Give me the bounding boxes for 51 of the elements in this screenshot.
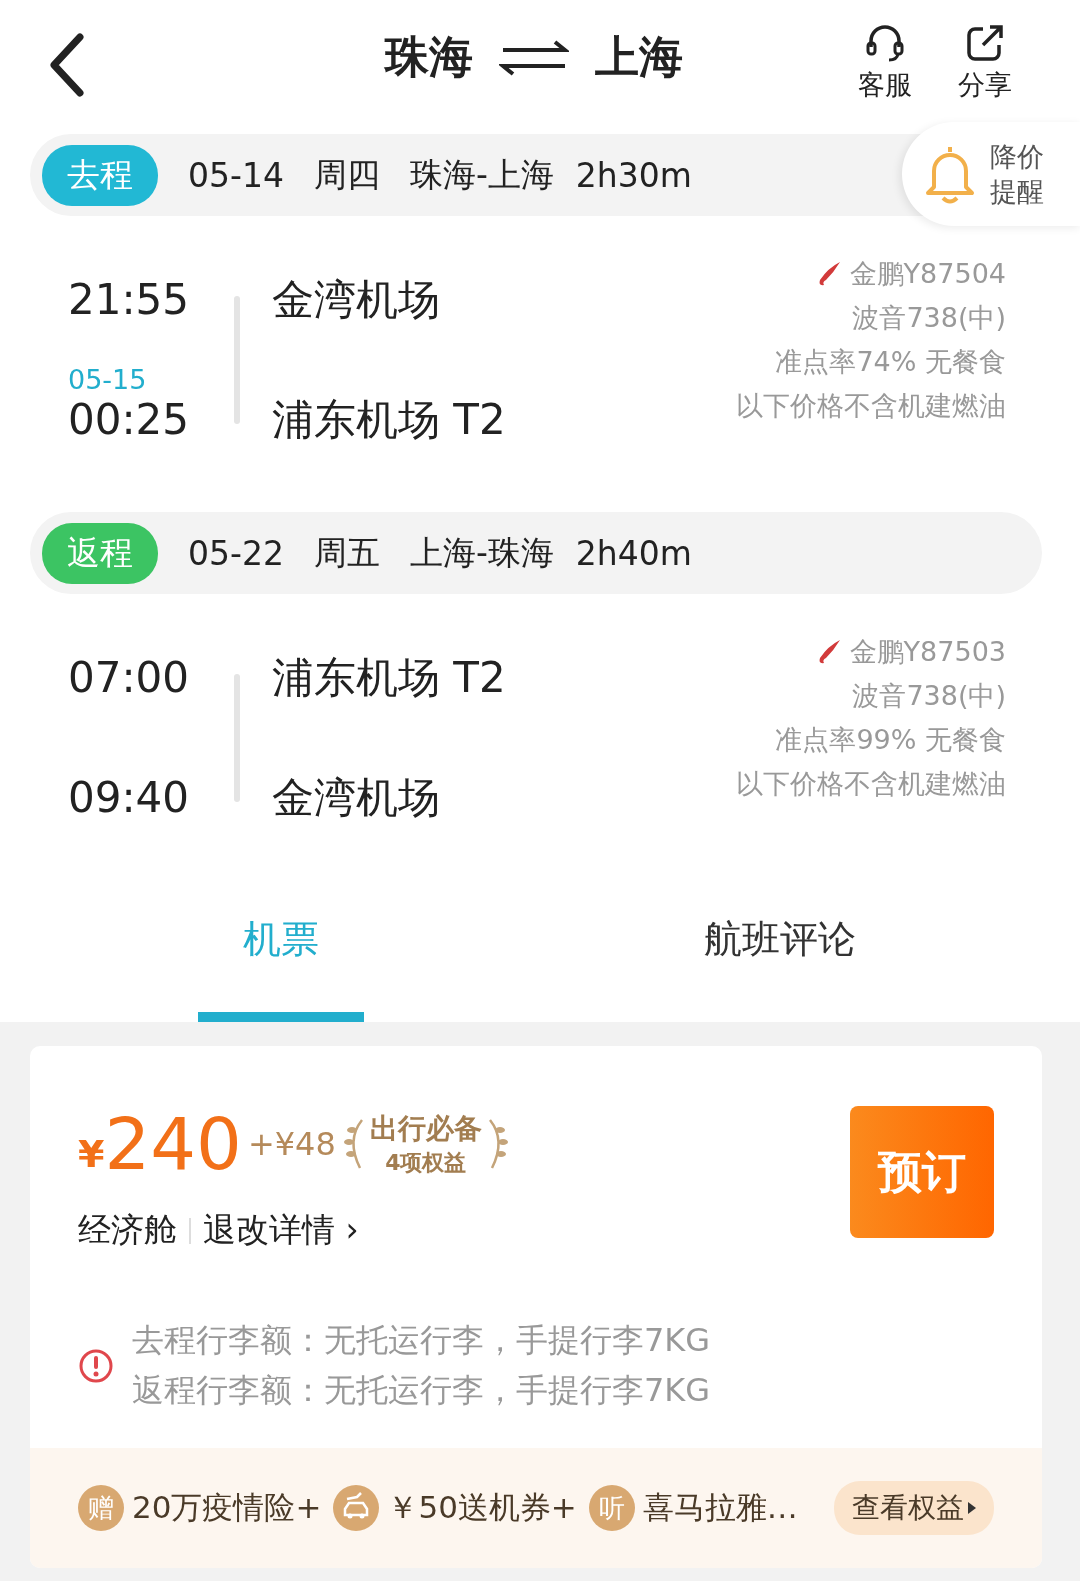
customer-service-button[interactable]: 客服 — [846, 23, 924, 103]
price-note: 以下价格不含机建燃油 — [736, 389, 1006, 423]
share-button[interactable]: 分享 — [946, 23, 1024, 103]
aircraft-type: 波音738(中) — [852, 679, 1006, 713]
perk-badge-subtitle: 4项权益 — [385, 1149, 467, 1177]
origin-city: 珠海 — [385, 30, 473, 84]
leg-badge: 去程 — [42, 144, 158, 206]
baggage-allowance: 去程行李额：无托运行李，手提行李7KG — [132, 1320, 711, 1361]
perk-text: ￥50送机券+ — [387, 1488, 577, 1527]
warning-icon — [78, 1348, 114, 1384]
departure-time: 07:00 — [68, 653, 191, 703]
leg-date: 05-22 — [188, 533, 284, 573]
perk-text: 20万疫情险+ — [132, 1488, 322, 1527]
refund-rules-link[interactable]: 退改详情 › — [203, 1208, 359, 1253]
leg-date: 05-14 — [188, 155, 284, 195]
cabin-class: 经济舱 — [78, 1209, 177, 1251]
perk-text: 喜马拉雅… — [642, 1488, 798, 1527]
car-icon — [333, 1485, 380, 1531]
leg-badge: 返程 — [42, 522, 158, 584]
punctuality-info: 准点率74% 无餐食 — [775, 345, 1006, 379]
perk-badge-title: 出行必备 — [369, 1111, 482, 1147]
arrival-time: 09:40 — [68, 773, 191, 823]
aircraft-type: 波音738(中) — [852, 301, 1006, 335]
tab[interactable]: 航班评论 — [704, 896, 856, 1022]
perk-icon: 赠 — [78, 1485, 124, 1531]
arrival-airport: 浦东机场 T2 — [272, 395, 506, 445]
departure-airport: 金湾机场 — [272, 275, 441, 325]
flight-number: 金鹏Y87503 — [849, 635, 1006, 669]
leg-route: 珠海-上海 — [409, 153, 554, 196]
leg-route: 上海-珠海 — [409, 531, 554, 574]
price-note: 以下价格不含机建燃油 — [736, 767, 1006, 801]
destination-city: 上海 — [595, 30, 683, 84]
punctuality-info: 准点率99% 无餐食 — [775, 723, 1006, 757]
currency-symbol: ¥ — [78, 1132, 105, 1176]
arrival-airport: 金湾机场 — [272, 773, 441, 823]
price-alert-button[interactable]: 降价 提醒 — [902, 122, 1080, 226]
triangle-icon — [968, 1502, 976, 1514]
leg-duration: 2h30m — [575, 155, 692, 195]
leg-weekday: 周五 — [313, 531, 380, 574]
departure-airport: 浦东机场 T2 — [272, 653, 506, 703]
leg-weekday: 周四 — [313, 153, 380, 196]
flight-number: 金鹏Y87504 — [849, 257, 1006, 291]
arrival-date: 05-15 — [68, 364, 148, 395]
baggage-allowance: 返程行李额：无托运行李，手提行李7KG — [132, 1370, 711, 1411]
leg-duration: 2h40m — [575, 533, 692, 573]
arrival-time: 00:25 — [68, 395, 191, 445]
view-perks-button[interactable]: 查看权益 — [834, 1481, 994, 1535]
perk-icon: 听 — [588, 1485, 635, 1531]
fare-price: 240 — [104, 1102, 242, 1186]
extra-price: +¥48 — [247, 1125, 336, 1163]
departure-time: 21:55 — [68, 275, 191, 325]
